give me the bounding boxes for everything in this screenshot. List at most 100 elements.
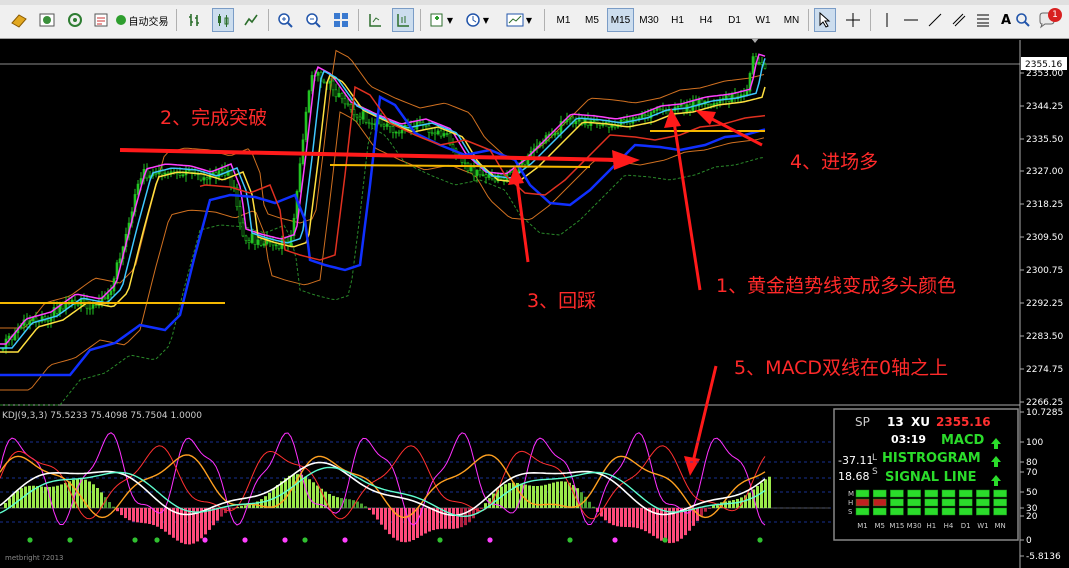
zoom-out-icon[interactable]: [302, 8, 324, 32]
market-watch-icon[interactable]: [36, 8, 58, 32]
signal-cell: [976, 507, 990, 516]
templates-dropdown[interactable]: ▼: [502, 8, 536, 32]
signal-row-label: S: [848, 508, 853, 516]
entry-arrowhead: [695, 110, 716, 125]
candle-body: [181, 174, 185, 177]
candle-body: [298, 163, 302, 192]
navigator-icon[interactable]: [90, 8, 112, 32]
autotrading-button[interactable]: 自动交易: [114, 8, 170, 32]
candle-body: [259, 239, 263, 246]
envelope-green-line: [0, 127, 765, 406]
signal-cell: [941, 507, 956, 516]
candle-body: [394, 131, 398, 134]
bar-chart-icon[interactable]: [184, 8, 206, 32]
search-icon[interactable]: [1014, 8, 1032, 32]
signal-cell: [890, 507, 904, 516]
fibonacci-icon[interactable]: [972, 8, 994, 32]
candle-body: [400, 129, 404, 134]
histogram-bar: [704, 508, 707, 512]
chart-window[interactable]: 2、完成突破 4、进场多 1、黄金趋势线变成多头颜色 3、回踩 5、MACD双线…: [0, 38, 1069, 568]
histogram-bar: [640, 508, 643, 530]
toolbar-separator: [268, 9, 269, 31]
candle-body: [250, 233, 254, 243]
timeframe-m15[interactable]: M15: [607, 8, 634, 32]
histogram-bar: [748, 492, 751, 508]
candle-body: [553, 132, 557, 136]
horizontal-line-icon[interactable]: [900, 8, 922, 32]
l-label: L: [872, 453, 877, 463]
candle-body: [568, 117, 572, 120]
histogram-bar: [448, 508, 451, 529]
candle-body: [661, 109, 665, 111]
histogram-bar: [408, 508, 411, 542]
timeframe-m30[interactable]: M30: [636, 8, 663, 32]
tile-windows-icon[interactable]: [330, 8, 352, 32]
trendline-icon[interactable]: [924, 8, 946, 32]
histogram-bar: [644, 508, 647, 532]
timeframe-w1[interactable]: W1: [750, 8, 777, 32]
histogram-label: HISTROGRAM: [882, 451, 981, 466]
timeframe-mn[interactable]: MN: [778, 8, 805, 32]
histogram-bar: [700, 508, 703, 517]
channel-icon[interactable]: [948, 8, 970, 32]
signal-cell: [907, 498, 921, 507]
timeframe-h4[interactable]: H4: [693, 8, 720, 32]
timeframe-m5[interactable]: M5: [579, 8, 606, 32]
signal-cell: [907, 489, 921, 498]
signal-time: 03:19: [891, 433, 926, 446]
histogram-bar: [144, 508, 147, 524]
notification-count-badge: 1: [1048, 8, 1062, 22]
histogram-bar: [36, 486, 39, 508]
timeframe-h1[interactable]: H1: [664, 8, 691, 32]
signal-cell: [993, 507, 1007, 516]
signal-dot: [242, 537, 248, 543]
candle-body: [439, 130, 443, 137]
histogram-bar: [124, 508, 127, 519]
timeframe-d1[interactable]: D1: [721, 8, 748, 32]
chart-shift-icon[interactable]: [364, 8, 386, 32]
timeframe-m1[interactable]: M1: [550, 8, 577, 32]
notifications-button[interactable]: 1: [1036, 8, 1064, 32]
chart-shift-marker-icon: [751, 38, 759, 43]
candle-body: [598, 123, 602, 126]
line-chart-icon[interactable]: [240, 8, 262, 32]
histogram-bar: [456, 508, 459, 529]
signal-timeframe-label: M30: [907, 522, 922, 530]
candlestick-chart-icon[interactable]: [212, 8, 234, 32]
indicator-tick-label: 80: [1026, 458, 1038, 468]
signal-cell: [976, 489, 990, 498]
histogram-bar: [712, 505, 715, 508]
candle-body: [64, 302, 68, 310]
candle-body: [88, 307, 92, 310]
indicators-dropdown[interactable]: ▼: [426, 8, 456, 32]
histogram-bar: [588, 501, 591, 508]
histogram-bar: [16, 490, 19, 508]
histogram-bar: [184, 508, 187, 545]
signal-cell: [941, 489, 956, 498]
crosshair-icon[interactable]: [842, 8, 864, 32]
periods-dropdown[interactable]: ▼: [462, 8, 492, 32]
price-chart[interactable]: 2、完成突破 4、进场多 1、黄金趋势线变成多头颜色 3、回踩 5、MACD双线…: [0, 38, 1069, 568]
signal-row-label: H: [848, 499, 853, 507]
signal-icon[interactable]: [64, 8, 86, 32]
price-tick-label: 2292.25: [1026, 299, 1063, 309]
vertical-line-icon[interactable]: [876, 8, 898, 32]
histogram-bar: [216, 508, 219, 521]
cursor-icon[interactable]: [814, 8, 836, 32]
candle-body: [745, 90, 749, 96]
new-order-icon[interactable]: [8, 8, 30, 32]
histogram-bar: [168, 508, 171, 535]
histogram-bar: [452, 508, 455, 529]
candle-body: [154, 172, 158, 175]
signal-cell: [993, 498, 1007, 507]
autoscroll-icon[interactable]: [392, 8, 414, 32]
signal-timeframe-label: D1: [961, 522, 971, 530]
candle-body: [385, 123, 389, 127]
text-tool-icon[interactable]: A: [996, 8, 1016, 32]
histogram-bar: [68, 481, 71, 508]
autotrading-label: 自动交易: [128, 16, 169, 28]
histogram-bar: [240, 506, 243, 508]
histogram-bar: [504, 484, 507, 508]
candle-body: [382, 124, 386, 127]
zoom-in-icon[interactable]: [274, 8, 296, 32]
